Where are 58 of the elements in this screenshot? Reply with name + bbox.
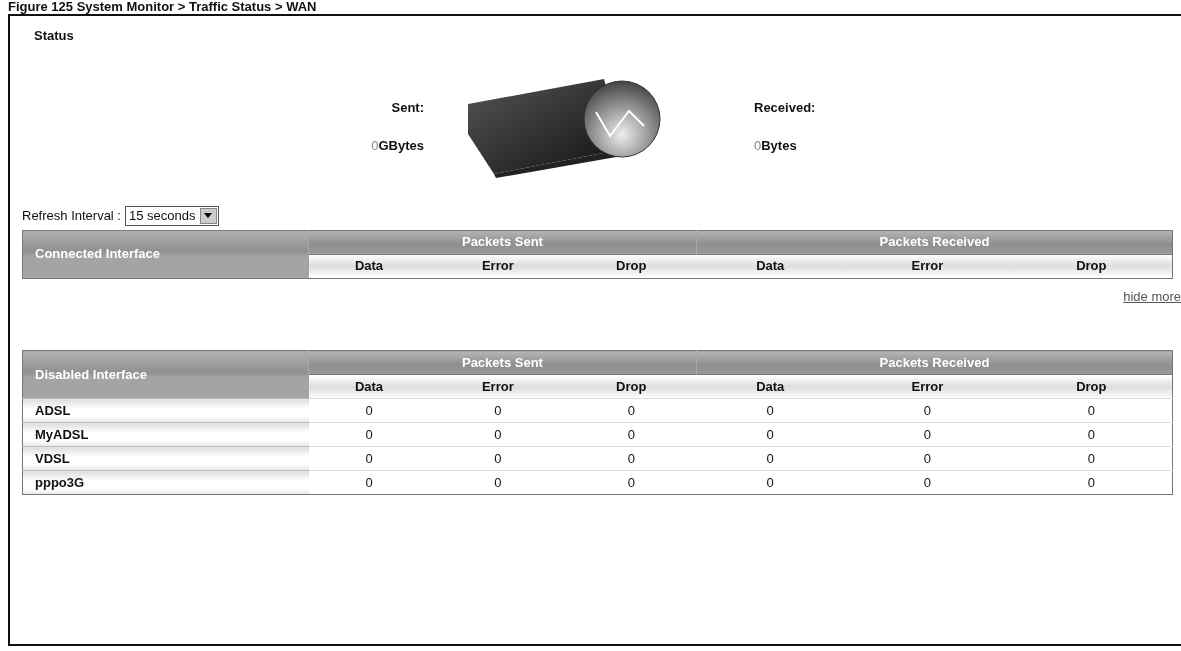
- column-header: Error: [844, 374, 1011, 399]
- refresh-interval-dropdown[interactable]: 15 seconds: [125, 205, 219, 226]
- table-cell: 0: [696, 446, 845, 471]
- sent-value: 0: [371, 137, 379, 153]
- sent-label: Sent:: [390, 99, 424, 117]
- column-header: Data: [308, 374, 430, 399]
- received-value: 0: [754, 137, 762, 153]
- table-cell: 0: [429, 470, 567, 495]
- table-cell: 0: [429, 398, 567, 423]
- table-cell: 0: [308, 422, 430, 447]
- table-cell: 0: [429, 422, 567, 447]
- table-cell: 0: [566, 446, 697, 471]
- table-cell: 0: [308, 470, 430, 495]
- column-header: Connected Interface: [22, 230, 309, 278]
- interface-name: ADSL: [22, 398, 309, 423]
- sent-unit: GBytes: [378, 137, 424, 153]
- table-cell: 0: [696, 422, 845, 447]
- interface-name: MyADSL: [22, 422, 309, 447]
- group-header: Packets Received: [696, 350, 1173, 375]
- caret-icon: [204, 213, 212, 218]
- column-header: Disabled Interface: [22, 350, 309, 399]
- column-header: Error: [429, 374, 567, 399]
- column-header: Data: [308, 254, 430, 278]
- table-cell: 0: [1010, 422, 1173, 447]
- table-cell: 0: [844, 398, 1011, 423]
- table-cell: 0: [1010, 470, 1173, 495]
- table-cell: 0: [1010, 446, 1173, 471]
- column-header: Drop: [1010, 254, 1173, 278]
- table-cell: 0: [308, 398, 430, 423]
- group-header: Packets Sent: [308, 350, 697, 375]
- column-header: Data: [696, 374, 845, 399]
- table-cell: 0: [696, 398, 845, 423]
- table-cell: 0: [844, 470, 1011, 495]
- column-header: Drop: [1010, 374, 1173, 399]
- table-cell: 0: [696, 470, 845, 495]
- received-label: Received:: [754, 99, 816, 117]
- received-unit: Bytes: [761, 137, 797, 153]
- section-title: Status: [34, 27, 75, 45]
- group-header: Packets Received: [696, 230, 1173, 254]
- figure-caption: Figure 125 System Monitor > Traffic Status > WAN: [7, 0, 318, 14]
- table-cell: 0: [844, 422, 1011, 447]
- column-header: Drop: [566, 374, 697, 399]
- refresh-interval-label: Refresh Interval :: [22, 206, 121, 225]
- interface-name: VDSL: [22, 446, 309, 471]
- column-header: Error: [429, 254, 567, 278]
- column-header: Drop: [566, 254, 697, 278]
- interface-name: pppo3G: [22, 470, 309, 495]
- hide-more-link[interactable]: hide more: [1123, 288, 1181, 304]
- table-cell: 0: [566, 422, 697, 447]
- table-cell: 0: [308, 446, 430, 471]
- column-header: Error: [844, 254, 1011, 278]
- table-cell: 0: [844, 446, 1011, 471]
- column-header: Data: [696, 254, 845, 278]
- table-cell: 0: [429, 446, 567, 471]
- table-cell: 0: [566, 470, 697, 495]
- table-cell: 0: [566, 398, 697, 423]
- group-header: Packets Sent: [308, 230, 697, 254]
- table-cell: 0: [1010, 398, 1173, 423]
